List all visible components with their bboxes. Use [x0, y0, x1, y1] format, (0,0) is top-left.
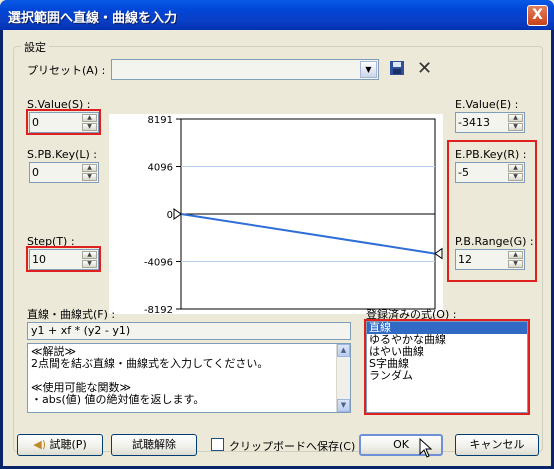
dialog-window: 選択範囲へ直線・曲線を入力 X 設定 プリセット(A) : ▼ ✕ S.Valu… — [0, 0, 554, 469]
cancel-button[interactable]: キャンセル — [455, 434, 539, 456]
s-value-value: 0 — [32, 116, 39, 129]
y-tick-label: 8191 — [148, 115, 173, 126]
preview-button[interactable]: ◀) 試聴(P) — [17, 434, 103, 456]
s-pb-key-value: 0 — [32, 166, 39, 179]
formula-input[interactable]: y1 + xf * (y2 - y1) — [27, 322, 351, 340]
pb-range-label: P.B.Range(G) : — [455, 235, 534, 248]
chevron-down-icon[interactable]: ▼ — [360, 61, 377, 78]
e-pb-key-value: -5 — [458, 166, 469, 179]
scroll-down-icon[interactable]: ▼ — [337, 399, 350, 412]
s-pb-key-label: S.PB.Key(L) : — [27, 148, 98, 161]
curve-preview-chart: 8191 4096 0 -4096 -8192 — [109, 114, 443, 316]
clipboard-checkbox[interactable] — [211, 438, 224, 451]
spin-up-icon[interactable]: ▲ — [508, 164, 523, 172]
s-value-spinner[interactable]: 0 ▲ ▼ — [29, 112, 99, 133]
e-pb-key-label: E.PB.Key(R) : — [455, 148, 527, 161]
preset-combo[interactable]: ▼ — [111, 59, 379, 80]
step-value: 10 — [32, 253, 46, 266]
e-value-spinner[interactable]: -3413 ▲ ▼ — [455, 112, 525, 133]
e-pb-key-spinner[interactable]: -5 ▲ ▼ — [455, 162, 525, 183]
spin-down-icon[interactable]: ▼ — [508, 173, 523, 181]
title-bar[interactable]: 選択範囲へ直線・曲線を入力 X — [0, 0, 554, 30]
registered-item[interactable]: ランダム — [367, 370, 527, 382]
mouse-cursor-icon — [419, 437, 433, 458]
registered-formula-list[interactable]: 直線 ゆるやかな曲線 はやい曲線 S字曲線 ランダム — [366, 321, 528, 413]
window-title: 選択範囲へ直線・曲線を入力 — [8, 11, 178, 26]
y-tick-label: -8192 — [144, 305, 173, 314]
description-line: 2点間を結ぶ直線・曲線式を入力してください。 — [31, 357, 269, 370]
spin-down-icon[interactable]: ▼ — [82, 260, 97, 268]
spin-up-icon[interactable]: ▲ — [508, 251, 523, 259]
spin-down-icon[interactable]: ▼ — [82, 123, 97, 131]
spin-up-icon[interactable]: ▲ — [82, 164, 97, 172]
dialog-client: 設定 プリセット(A) : ▼ ✕ S.Value(S) : 0 ▲ ▼ S.PB… — [3, 30, 551, 466]
s-pb-key-spinner[interactable]: 0 ▲ ▼ — [29, 162, 99, 183]
preset-label: プリセット(A) : — [27, 64, 106, 77]
formula-description: ≪解説≫ 2点間を結ぶ直線・曲線式を入力してください。 ≪使用可能な関数≫ ・abs… — [27, 343, 351, 413]
spin-down-icon[interactable]: ▼ — [508, 260, 523, 268]
y-tick-label: 4096 — [148, 162, 173, 173]
preview-button-label: 試聴(P) — [49, 438, 87, 451]
pb-range-value: 12 — [458, 253, 472, 266]
spin-down-icon[interactable]: ▼ — [82, 173, 97, 181]
e-value-value: -3413 — [458, 116, 490, 129]
pb-range-spinner[interactable]: 12 ▲ ▼ — [455, 249, 525, 270]
y-tick-label: -4096 — [144, 257, 173, 268]
spin-up-icon[interactable]: ▲ — [508, 114, 523, 122]
close-button[interactable]: X — [527, 5, 548, 26]
spin-up-icon[interactable]: ▲ — [82, 114, 97, 122]
speaker-icon: ◀) — [33, 438, 47, 451]
formula-label: 直線・曲線式(F) : — [27, 308, 116, 321]
description-scrollbar[interactable]: ▲ ▼ — [336, 344, 350, 412]
end-point-marker — [434, 247, 443, 260]
description-line: ・abs(値) 値の絶対値を返します。 — [31, 393, 205, 406]
spin-down-icon[interactable]: ▼ — [508, 123, 523, 131]
delete-icon[interactable]: ✕ — [417, 58, 432, 79]
curve-chart-svg: 8191 4096 0 -4096 -8192 — [144, 115, 443, 316]
scroll-up-icon[interactable]: ▲ — [337, 344, 350, 357]
start-point-marker — [173, 208, 182, 220]
e-value-label: E.Value(E) : — [455, 98, 519, 111]
step-spinner[interactable]: 10 ▲ ▼ — [29, 249, 99, 270]
preview-cancel-button[interactable]: 試聴解除 — [111, 434, 197, 456]
floppy-save-icon[interactable] — [389, 60, 405, 76]
y-tick-label: 0 — [167, 210, 173, 221]
settings-group-label: 設定 — [21, 39, 49, 55]
clipboard-label[interactable]: クリップボードへ保存(C) — [229, 438, 355, 454]
spin-up-icon[interactable]: ▲ — [82, 251, 97, 259]
